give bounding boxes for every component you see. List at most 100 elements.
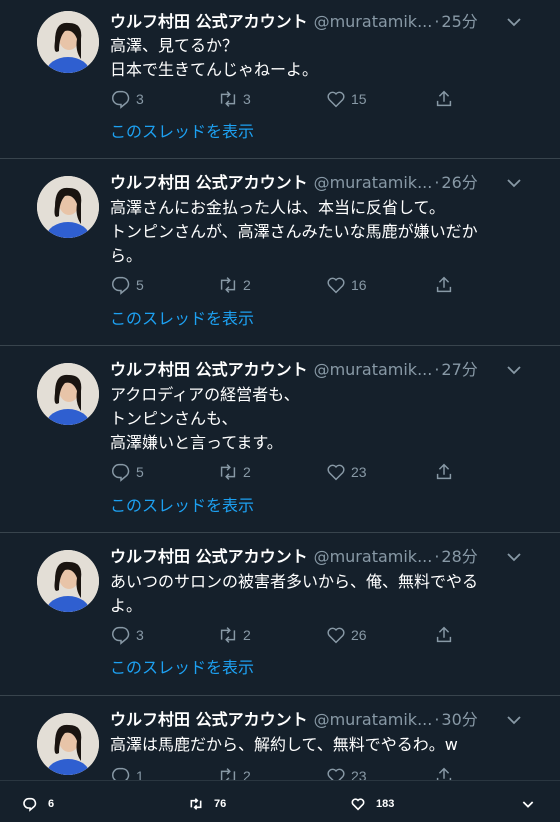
heart-icon <box>327 768 345 780</box>
reply-count: 1 <box>136 768 144 780</box>
tweet-actions: 3 2 26 <box>110 623 460 647</box>
user-handle[interactable]: @muratamik... <box>314 173 433 192</box>
bottom-action-bar: 6 76 183 <box>0 780 560 822</box>
avatar[interactable] <box>37 550 99 612</box>
reply-count: 5 <box>136 277 144 293</box>
chevron-down-icon[interactable] <box>504 710 524 730</box>
like-count: 16 <box>351 277 367 293</box>
show-thread-link[interactable]: このスレッドを表示 <box>110 657 254 679</box>
tweet-text: 高澤さんにお金払った人は、本当に反省して。 トンピンさんが、高澤さんみたいな馬鹿… <box>110 198 478 265</box>
reply-button[interactable]: 5 <box>110 460 144 484</box>
share-icon <box>436 90 452 107</box>
separator-dot: · <box>434 710 440 729</box>
retweet-icon <box>220 768 236 780</box>
reply-button[interactable]: 1 <box>110 764 144 780</box>
tweet-text: 高澤は馬鹿だから、解約して、無料でやるわ。w <box>110 735 458 754</box>
tweet-header: ウルフ村田 公式アカウント @muratamik... · 28分 <box>110 546 520 568</box>
share-button[interactable] <box>433 87 459 111</box>
retweet-button[interactable]: 2 <box>217 623 251 647</box>
share-icon <box>436 626 452 643</box>
tweet-header: ウルフ村田 公式アカウント @muratamik... · 25分 <box>110 11 520 33</box>
reply-icon <box>112 90 130 109</box>
heart-icon <box>327 91 345 108</box>
separator-dot: · <box>434 12 440 31</box>
share-button[interactable] <box>433 623 459 647</box>
separator-dot: · <box>434 360 440 379</box>
tweet[interactable]: ウルフ村田 公式アカウント @muratamik... · 28分 あいつのサロンの被… <box>0 533 560 696</box>
heart-icon <box>351 798 365 811</box>
share-button[interactable] <box>433 460 459 484</box>
chevron-down-icon[interactable] <box>504 360 524 380</box>
share-icon <box>436 276 452 293</box>
chevron-down-icon[interactable] <box>504 173 524 193</box>
retweet-button[interactable]: 2 <box>217 460 251 484</box>
show-thread-link[interactable]: このスレッドを表示 <box>110 495 254 517</box>
retweet-icon <box>190 798 202 810</box>
reply-count: 5 <box>136 464 144 480</box>
display-name[interactable]: ウルフ村田 公式アカウント <box>110 173 308 192</box>
avatar[interactable] <box>37 363 99 425</box>
avatar[interactable] <box>37 11 99 73</box>
display-name[interactable]: ウルフ村田 公式アカウント <box>110 12 308 31</box>
retweet-icon <box>220 627 236 643</box>
reply-icon <box>112 276 130 295</box>
reply-icon <box>23 797 37 812</box>
bottom-reply-button[interactable]: 6 <box>22 795 54 813</box>
timestamp[interactable]: 27分 <box>441 360 477 379</box>
user-handle[interactable]: @muratamik... <box>314 710 433 729</box>
reply-count: 3 <box>136 91 144 107</box>
retweet-count: 2 <box>243 627 251 643</box>
tweet-text: 高澤、見てるか？ 日本で生きてんじゃねーよ。 <box>110 36 319 79</box>
retweet-button[interactable]: 2 <box>217 273 251 297</box>
tweet[interactable]: ウルフ村田 公式アカウント @muratamik... · 30分 高澤は馬鹿だから、… <box>0 696 560 780</box>
timestamp[interactable]: 26分 <box>441 173 477 192</box>
avatar[interactable] <box>37 713 99 775</box>
retweet-count: 2 <box>243 277 251 293</box>
reply-button[interactable]: 3 <box>110 623 144 647</box>
avatar[interactable] <box>37 176 99 238</box>
tweet-header: ウルフ村田 公式アカウント @muratamik... · 30分 <box>110 709 520 731</box>
retweet-icon <box>220 277 236 293</box>
timestamp[interactable]: 25分 <box>441 12 477 31</box>
tweet-actions: 1 2 23 <box>110 764 460 780</box>
like-button[interactable]: 16 <box>325 273 367 297</box>
bottom-like-count: 183 <box>376 798 395 810</box>
like-button[interactable]: 26 <box>325 623 367 647</box>
display-name[interactable]: ウルフ村田 公式アカウント <box>110 360 308 379</box>
share-icon <box>436 767 452 780</box>
like-button[interactable]: 23 <box>325 460 367 484</box>
tweet[interactable]: ウルフ村田 公式アカウント @muratamik... · 26分 高澤さんにお金払っ… <box>0 159 560 346</box>
bottom-retweet-count: 76 <box>214 798 227 810</box>
chevron-down-icon[interactable] <box>504 12 524 32</box>
bottom-reply-count: 6 <box>48 798 55 810</box>
display-name[interactable]: ウルフ村田 公式アカウント <box>110 710 308 729</box>
show-thread-link[interactable]: このスレッドを表示 <box>110 308 254 330</box>
reply-button[interactable]: 3 <box>110 87 144 111</box>
tweet[interactable]: ウルフ村田 公式アカウント @muratamik... · 25分 高澤、見てるか？ … <box>0 0 560 160</box>
like-button[interactable]: 15 <box>325 87 367 111</box>
like-button[interactable]: 23 <box>325 764 367 780</box>
tweet[interactable]: ウルフ村田 公式アカウント @muratamik... · 27分 アクロディアの経営… <box>0 346 560 533</box>
user-handle[interactable]: @muratamik... <box>314 547 433 566</box>
timestamp[interactable]: 30分 <box>441 710 477 729</box>
bottom-retweet-button[interactable]: 76 <box>188 795 226 813</box>
tweet-actions: 3 3 15 <box>110 87 460 111</box>
bottom-like-button[interactable]: 183 <box>350 795 394 813</box>
share-button[interactable] <box>433 764 459 780</box>
separator-dot: · <box>434 173 440 192</box>
heart-icon <box>327 464 345 481</box>
share-button[interactable] <box>433 273 459 297</box>
display-name[interactable]: ウルフ村田 公式アカウント <box>110 547 308 566</box>
reply-count: 3 <box>136 627 144 643</box>
retweet-button[interactable]: 2 <box>217 764 251 780</box>
retweet-button[interactable]: 3 <box>217 87 251 111</box>
user-handle[interactable]: @muratamik... <box>314 360 433 379</box>
user-handle[interactable]: @muratamik... <box>314 12 433 31</box>
share-icon <box>436 463 452 480</box>
show-thread-link[interactable]: このスレッドを表示 <box>110 121 254 143</box>
bottom-more-button[interactable] <box>520 795 546 813</box>
reply-button[interactable]: 5 <box>110 273 144 297</box>
chevron-down-icon <box>522 801 534 808</box>
chevron-down-icon[interactable] <box>504 547 524 567</box>
timestamp[interactable]: 28分 <box>441 547 477 566</box>
